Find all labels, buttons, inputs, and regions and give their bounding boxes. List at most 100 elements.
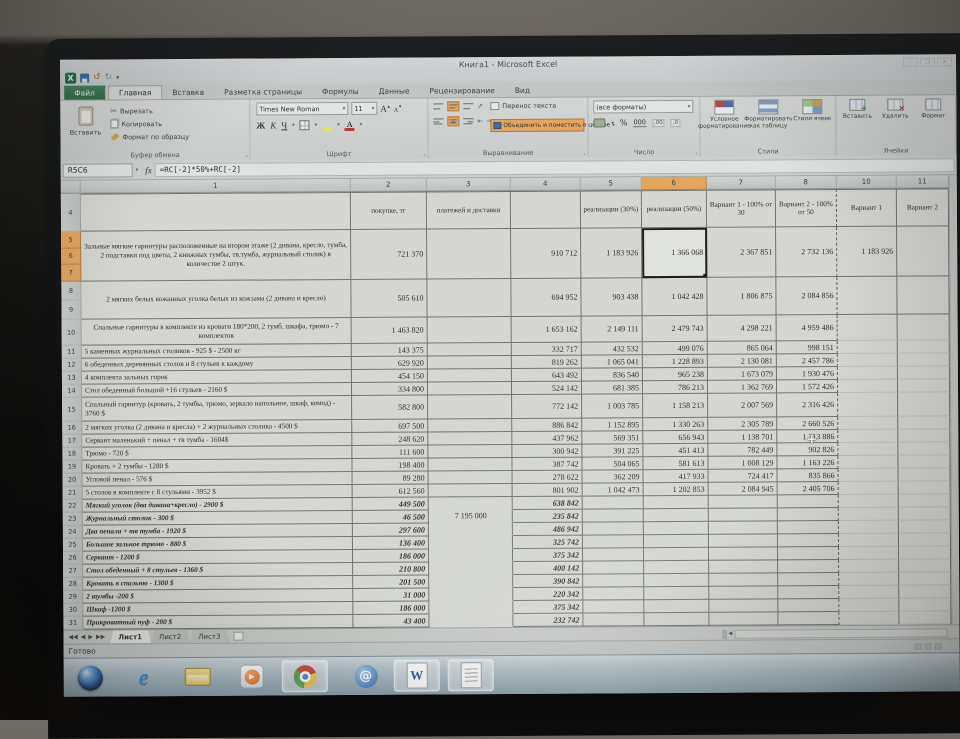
dialog-launcher-icon[interactable]: ⌟ xyxy=(245,153,247,159)
cell[interactable] xyxy=(777,533,839,548)
vertical-scrollbar[interactable] xyxy=(948,175,960,625)
font-color-dropdown-icon[interactable]: ▾ xyxy=(360,122,363,128)
cell[interactable]: 375 342 xyxy=(513,600,584,614)
cell[interactable] xyxy=(427,368,512,383)
qat-dropdown-icon[interactable]: ▾ xyxy=(116,74,119,81)
cell[interactable]: 2 316 426 xyxy=(777,393,839,418)
cell[interactable] xyxy=(838,481,899,496)
cell[interactable] xyxy=(898,429,951,443)
cell[interactable]: покупке, тг xyxy=(350,191,428,230)
cell[interactable]: 638 842 xyxy=(512,496,583,510)
cell[interactable]: 391 225 xyxy=(582,444,644,458)
row-header-10[interactable]: 10 xyxy=(61,319,82,346)
cell[interactable] xyxy=(777,495,839,509)
row-header-15[interactable]: 15 xyxy=(62,397,83,422)
cell[interactable]: 400 142 xyxy=(513,561,584,575)
cell[interactable]: 835 866 xyxy=(777,469,839,483)
cell[interactable]: 1 463 820 xyxy=(351,317,428,344)
fill-dropdown-icon[interactable]: ▾ xyxy=(337,122,340,128)
cell[interactable] xyxy=(583,587,645,601)
insert-cells-button[interactable]: + Вставить xyxy=(838,98,876,120)
cell[interactable]: 1 202 853 xyxy=(643,482,709,497)
cell[interactable] xyxy=(778,585,840,600)
cell[interactable] xyxy=(898,533,951,547)
cell[interactable] xyxy=(898,481,951,495)
cell[interactable] xyxy=(427,355,512,370)
cell[interactable] xyxy=(708,508,778,522)
cell[interactable]: 505 610 xyxy=(351,279,428,318)
name-box[interactable]: R5C6 xyxy=(62,162,133,178)
cell[interactable] xyxy=(644,612,710,627)
cell[interactable] xyxy=(510,190,582,229)
row-header-16[interactable]: 16 xyxy=(62,421,83,435)
column-header-11[interactable]: 11 xyxy=(896,175,949,189)
cell[interactable]: 886 842 xyxy=(512,418,583,432)
cell[interactable]: 724 417 xyxy=(708,469,778,483)
format-cells-button[interactable]: Формат xyxy=(914,98,952,119)
cell[interactable]: 1 042 428 xyxy=(642,277,708,317)
cell[interactable] xyxy=(897,353,950,367)
cell[interactable]: 334 800 xyxy=(351,382,429,396)
row-header-5[interactable]: 5 xyxy=(61,231,82,249)
cell[interactable]: Спальные гарнитуры в комплекте из кроват… xyxy=(81,317,352,346)
cell[interactable] xyxy=(582,496,644,510)
cell[interactable]: 2 732 136 xyxy=(776,227,838,278)
tab-Вставка[interactable]: Вставка xyxy=(162,85,214,99)
wrap-text-button[interactable]: Перенос текста xyxy=(490,102,556,111)
decrease-indent-icon[interactable]: ⇤ xyxy=(477,117,483,125)
cell[interactable]: 387 742 xyxy=(512,457,583,471)
row-header-9[interactable]: 9 xyxy=(61,300,82,320)
cell[interactable] xyxy=(898,455,951,469)
cell[interactable] xyxy=(708,547,779,561)
merged-total-cell[interactable]: 7 195 000 xyxy=(429,497,514,628)
tab-Главная[interactable]: Главная xyxy=(107,85,163,100)
cell[interactable]: 2 405 706 xyxy=(777,482,839,496)
maximize-button[interactable]: ❐ xyxy=(920,57,936,67)
cell[interactable] xyxy=(837,340,898,355)
tab-Рецензирование[interactable]: Рецензирование xyxy=(419,83,504,98)
cell[interactable] xyxy=(838,392,899,418)
tab-Файл[interactable]: Файл xyxy=(64,85,105,100)
cell[interactable]: 449 500 xyxy=(352,497,429,511)
cell[interactable]: Вариант 2 - 100% от 50 xyxy=(775,189,838,228)
delete-cells-button[interactable]: × Удалить xyxy=(876,98,914,120)
cell[interactable]: 362 209 xyxy=(582,470,644,484)
cell[interactable] xyxy=(582,522,644,536)
cell[interactable]: 782 449 xyxy=(708,443,778,457)
cell[interactable]: 46 500 xyxy=(352,510,429,524)
cell[interactable] xyxy=(898,507,951,521)
cell[interactable]: 89 280 xyxy=(352,471,429,485)
align-left-icon[interactable] xyxy=(432,116,444,126)
cell[interactable] xyxy=(898,494,951,508)
row-header-29[interactable]: 29 xyxy=(63,590,84,604)
row-header-24[interactable]: 24 xyxy=(62,525,83,539)
name-box-dropdown-icon[interactable]: ▾ xyxy=(136,167,139,173)
number-format-combo[interactable]: (все форматы) ▾ xyxy=(593,99,694,114)
taskbar-start-orb[interactable] xyxy=(72,661,108,693)
cell[interactable]: 910 712 xyxy=(511,228,582,279)
cell[interactable] xyxy=(80,191,352,232)
cell[interactable] xyxy=(427,342,512,357)
cell[interactable]: 232 742 xyxy=(513,613,584,627)
row-header-7[interactable]: 7 xyxy=(61,264,82,282)
cell[interactable]: 2 084 945 xyxy=(708,482,778,496)
align-right-icon[interactable] xyxy=(462,116,474,126)
row-header-11[interactable]: 11 xyxy=(61,345,82,359)
scroll-track[interactable] xyxy=(734,627,948,639)
cell[interactable] xyxy=(899,611,952,625)
cell[interactable]: 201 500 xyxy=(353,575,430,589)
cell[interactable] xyxy=(897,276,950,315)
cell[interactable] xyxy=(709,586,779,600)
cell[interactable] xyxy=(838,468,899,483)
font-color-icon[interactable]: А xyxy=(344,120,355,132)
cell[interactable]: реализации (30%) xyxy=(580,190,643,229)
next-sheet-icon[interactable]: ▶ xyxy=(88,634,93,641)
cell[interactable]: 697 500 xyxy=(352,419,429,433)
cell[interactable]: 2 007 569 xyxy=(708,393,778,418)
redo-icon[interactable]: ↻ xyxy=(105,72,113,82)
cell[interactable] xyxy=(643,495,709,510)
row-header-20[interactable]: 20 xyxy=(62,473,83,487)
cell[interactable]: 499 076 xyxy=(642,341,708,356)
cell-styles-button[interactable]: Стили ячеек xyxy=(790,99,834,123)
cell[interactable] xyxy=(899,559,952,573)
